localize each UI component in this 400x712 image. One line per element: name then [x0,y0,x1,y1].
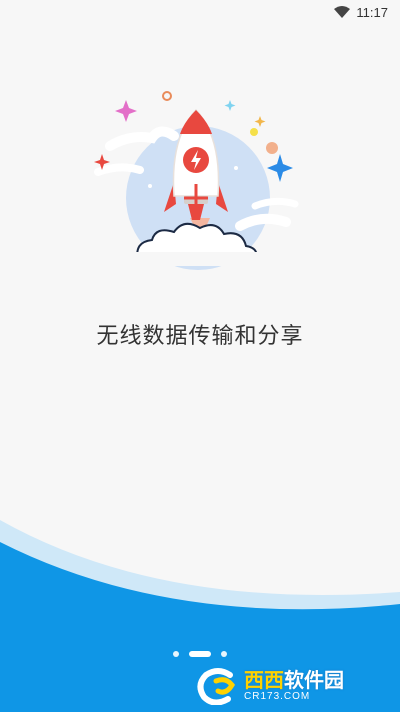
watermark-brand-1: 西西 [244,668,284,692]
rocket-launch-icon [94,91,299,270]
status-bar: 11:17 [0,0,400,24]
page-indicator-dot-1[interactable] [173,651,179,657]
page-indicator [0,648,400,660]
onboarding-tagline: 无线数据传输和分享 [96,324,304,349]
page-indicator-dot-3[interactable] [221,651,227,657]
status-time: 11:17 [356,4,388,20]
wifi-icon [334,6,351,18]
watermark-brand: 西西软件园 [244,670,344,690]
watermark-brand-2: 软件园 [284,668,344,692]
cr173-logo-icon [197,668,236,705]
watermark-site: CR173.COM [244,691,311,702]
rocket-launch-illustration [90,86,310,286]
page-indicator-dot-2-active[interactable] [189,651,211,657]
site-watermark: 西西软件园 CR173.COM [196,666,380,706]
